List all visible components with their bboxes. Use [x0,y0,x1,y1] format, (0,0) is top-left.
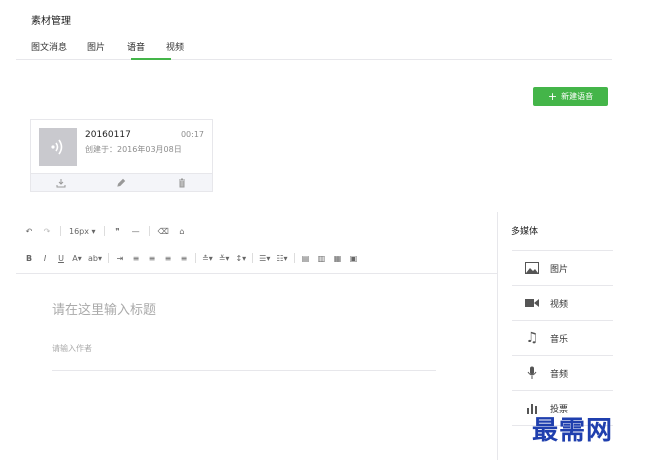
voice-card[interactable]: 20160117 00:17 创建于：2016年03月08日 [30,119,213,192]
italic-icon[interactable]: I [40,251,50,265]
voice-card-actions [31,173,212,191]
media-item-image[interactable]: 图片 [512,251,613,286]
float-none-icon[interactable]: ▥ [317,251,327,265]
redo-icon[interactable]: ↷ [42,224,52,238]
align-left-icon[interactable]: ≡ [131,251,141,265]
image-icon [524,261,540,275]
underline-icon[interactable]: U [56,251,66,265]
media-item-label: 音频 [550,369,569,380]
editor-toolbar-top: ↶ ↷ 16px ▾ ❞ — ⌫ ⌂ [24,223,187,239]
media-item-audio[interactable]: 音频 [512,356,613,391]
tab-bar: 图文消息 图片 语音 视频 [16,36,612,60]
align-right-icon[interactable]: ≡ [163,251,173,265]
author-underline [52,370,436,371]
multimedia-panel-title: 多媒体 [511,227,539,237]
editor-toolbar-bottom: B I U A▾ ab▾ ⇥ ≡ ≡ ≡ ≡ ≛▾ ≚▾ ↕▾ ☰▾ ☷▾ ▤ … [24,250,359,266]
media-item-label: 音乐 [550,334,569,345]
author-input[interactable]: 请输入作者 [52,343,92,354]
unordered-list-icon[interactable]: ☷▾ [276,251,287,265]
image-center-icon[interactable]: ▣ [349,251,359,265]
float-right-icon[interactable]: ▦ [333,251,343,265]
video-icon [524,296,540,310]
tab-news[interactable]: 图文消息 [31,40,67,53]
line-height-icon[interactable]: ↕▾ [235,251,246,265]
site-watermark: 最需网 [532,416,614,446]
media-item-label: 视频 [550,299,569,310]
bold-icon[interactable]: B [24,251,34,265]
font-color-icon[interactable]: A▾ [72,251,82,265]
music-icon: ♫ [525,330,539,346]
multimedia-list: 图片 视频 ♫ 音乐 音频 投票 [512,250,613,426]
voice-duration: 00:17 [180,130,204,139]
voice-name: 20160117 [85,130,131,140]
download-icon[interactable] [51,176,71,190]
align-justify-icon[interactable]: ≡ [179,251,189,265]
voice-created-date: 创建于：2016年03月08日 [85,145,182,154]
plus-icon: + [547,90,558,103]
spacing-before-icon[interactable]: ≛▾ [202,251,213,265]
media-item-video[interactable]: 视频 [512,286,613,321]
page-title: 素材管理 [31,16,71,27]
title-input[interactable]: 请在这里输入标题 [52,299,156,318]
microphone-icon [524,366,540,380]
align-center-icon[interactable]: ≡ [147,251,157,265]
sound-wave-icon [51,139,63,155]
clear-format-icon[interactable]: ⌫ [158,224,169,238]
tab-images[interactable]: 图片 [87,40,105,53]
float-left-icon[interactable]: ▤ [301,251,311,265]
media-item-music[interactable]: ♫ 音乐 [512,321,613,356]
delete-icon[interactable] [172,176,192,190]
blockquote-icon[interactable]: ❞ [113,224,123,238]
format-painter-icon[interactable]: ⌂ [177,224,187,238]
editor-divider [16,273,497,274]
active-tab-indicator [131,58,171,60]
background-color-icon[interactable]: ab▾ [88,251,102,265]
tab-voice[interactable]: 语音 [127,40,145,53]
font-size-select[interactable]: 16px ▾ [69,224,96,238]
tab-video[interactable]: 视频 [166,40,184,53]
new-voice-button[interactable]: + 新建语音 [533,87,608,106]
media-item-label: 图片 [550,264,569,275]
edit-icon[interactable] [111,176,131,190]
indent-icon[interactable]: ⇥ [115,251,125,265]
new-voice-button-label: 新建语音 [561,92,594,101]
undo-icon[interactable]: ↶ [24,224,34,238]
voice-thumbnail [39,128,77,166]
ordered-list-icon[interactable]: ☰▾ [259,251,270,265]
horizontal-rule-icon[interactable]: — [131,224,141,238]
spacing-after-icon[interactable]: ≚▾ [219,251,230,265]
